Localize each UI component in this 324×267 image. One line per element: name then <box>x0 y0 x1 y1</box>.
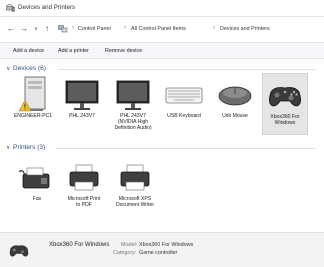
printer-label: Fax <box>32 196 42 202</box>
title-bar: Devices and Printers <box>0 0 324 17</box>
printers-group-header[interactable]: ∨ Printers (3) <box>6 144 45 151</box>
breadcrumb-separator: › <box>72 25 74 31</box>
monitor-icon <box>116 80 150 110</box>
details-pane: Xbox360 For Windows Model: Xbox360 For W… <box>0 232 324 267</box>
devices-printers-icon <box>6 4 15 12</box>
breadcrumb-separator: › <box>124 25 126 31</box>
command-bar: Add a device Add a printer Remove device <box>0 42 324 59</box>
printer-label: Microsoft XPS Document Writer <box>115 196 155 209</box>
monitor-icon <box>65 80 99 110</box>
breadcrumb-separator: › <box>213 25 215 31</box>
details-model-label: Model: <box>121 242 138 248</box>
group-divider <box>56 148 316 149</box>
window-title: Devices and Printers <box>18 4 76 11</box>
up-button[interactable]: ↑ <box>42 24 52 34</box>
collapse-chevron-icon[interactable]: ∨ <box>6 144 13 151</box>
recent-locations-button[interactable]: ∨ <box>31 24 41 34</box>
devices-group-label: Devices (6) <box>13 65 46 72</box>
gamepad-icon <box>269 87 301 107</box>
printers-group-label: Printers (3) <box>13 144 46 151</box>
navigation-bar: ← → ∨ ↑ › Control Panel › All Control Pa… <box>0 18 324 39</box>
remove-device-button[interactable]: Remove device <box>105 48 142 54</box>
details-device-name: Xbox360 For Windows <box>49 242 110 248</box>
device-label: USB Keyboard <box>167 113 201 119</box>
device-label: PHL 243V7 (NVIDIA High Definition Audio) <box>114 113 152 132</box>
device-label: Usb Mouse <box>222 113 248 119</box>
device-tile-monitor[interactable]: PHL 243V7 <box>59 75 105 131</box>
printer-tile-pdf[interactable]: Microsoft Print to PDF <box>61 160 107 216</box>
device-tile-monitor-audio[interactable]: PHL 243V7 (NVIDIA High Definition Audio) <box>110 75 156 150</box>
details-category-value: Game controller <box>139 250 178 256</box>
mouse-icon <box>218 86 252 106</box>
forward-button[interactable]: → <box>19 24 29 34</box>
devices-group-header[interactable]: ∨ Devices (6) <box>6 65 46 72</box>
fax-icon <box>18 167 50 189</box>
control-panel-icon <box>58 25 68 33</box>
device-tile-mouse[interactable]: Usb Mouse <box>212 75 258 131</box>
computer-icon <box>18 76 46 112</box>
device-tile-keyboard[interactable]: USB Keyboard <box>161 75 207 131</box>
printer-tile-xps[interactable]: Microsoft XPS Document Writer <box>112 160 158 216</box>
gamepad-icon <box>9 245 29 257</box>
add-printer-button[interactable]: Add a printer <box>58 48 89 54</box>
device-tile-computer[interactable]: ENGINEER-PC1 <box>10 75 56 131</box>
details-model-value: Xbox360 For Windows <box>139 242 194 248</box>
keyboard-icon <box>165 87 203 104</box>
back-button[interactable]: ← <box>6 24 16 34</box>
group-divider <box>58 69 316 70</box>
device-label: Xbox360 For Windows <box>270 114 300 127</box>
printer-icon <box>69 164 99 191</box>
printer-label: Microsoft Print to PDF <box>67 196 101 209</box>
details-category-label: Category: <box>113 250 137 256</box>
add-device-button[interactable]: Add a device <box>13 48 44 54</box>
device-label: ENGINEER-PC1 <box>13 113 53 119</box>
printer-tile-fax[interactable]: Fax <box>14 160 60 210</box>
collapse-chevron-icon[interactable]: ∨ <box>6 65 13 72</box>
breadcrumb-all-items[interactable]: All Control Panel Items <box>131 26 186 32</box>
printer-icon <box>120 164 150 191</box>
breadcrumb-devices-printers[interactable]: Devices and Printers <box>220 26 270 32</box>
device-tile-gamepad[interactable]: Xbox360 For Windows <box>262 73 308 135</box>
device-label: PHL 243V7 <box>69 113 95 119</box>
breadcrumb-control-panel[interactable]: Control Panel <box>78 26 111 32</box>
